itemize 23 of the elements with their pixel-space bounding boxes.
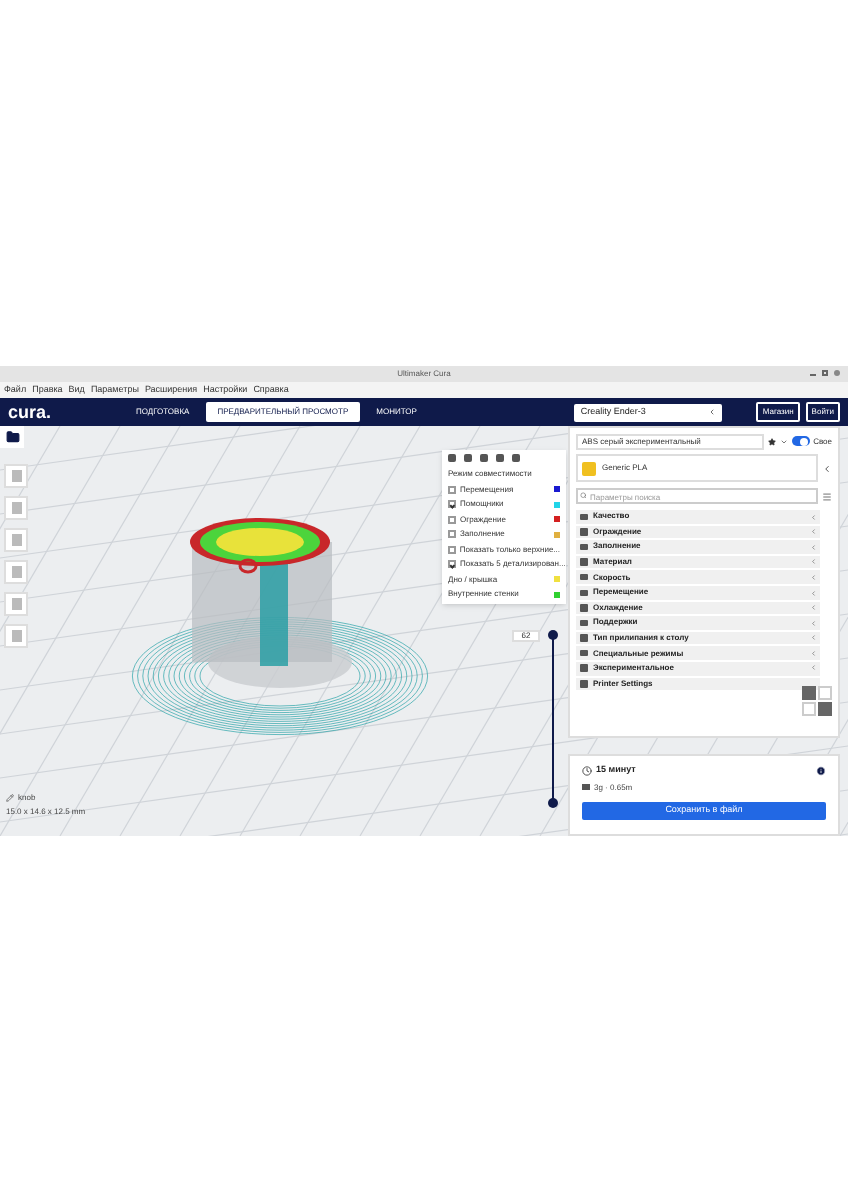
checkbox[interactable] <box>448 545 456 554</box>
clock-icon <box>582 765 592 776</box>
info-icon[interactable] <box>816 765 826 776</box>
folder-icon <box>5 430 19 444</box>
maximize-icon[interactable] <box>822 370 828 376</box>
menu-icon[interactable] <box>822 491 832 501</box>
checkbox[interactable] <box>448 500 456 509</box>
layer-slider[interactable] <box>546 634 558 802</box>
checkbox[interactable] <box>448 530 456 539</box>
spool-icon <box>582 784 590 791</box>
checkbox[interactable] <box>448 560 456 569</box>
extruder-icon <box>582 461 596 475</box>
custom-toggle[interactable] <box>791 436 810 446</box>
close-icon[interactable] <box>834 370 840 376</box>
search-icon <box>579 492 586 500</box>
checkbox[interactable] <box>448 515 456 524</box>
minimize-icon[interactable] <box>810 370 816 376</box>
logo: cura. <box>8 403 54 421</box>
open-file-button[interactable] <box>0 426 24 448</box>
collapse-icon[interactable] <box>822 463 832 473</box>
checkbox[interactable] <box>448 485 456 494</box>
star-icon[interactable] <box>767 437 776 445</box>
pencil-icon <box>6 794 14 802</box>
